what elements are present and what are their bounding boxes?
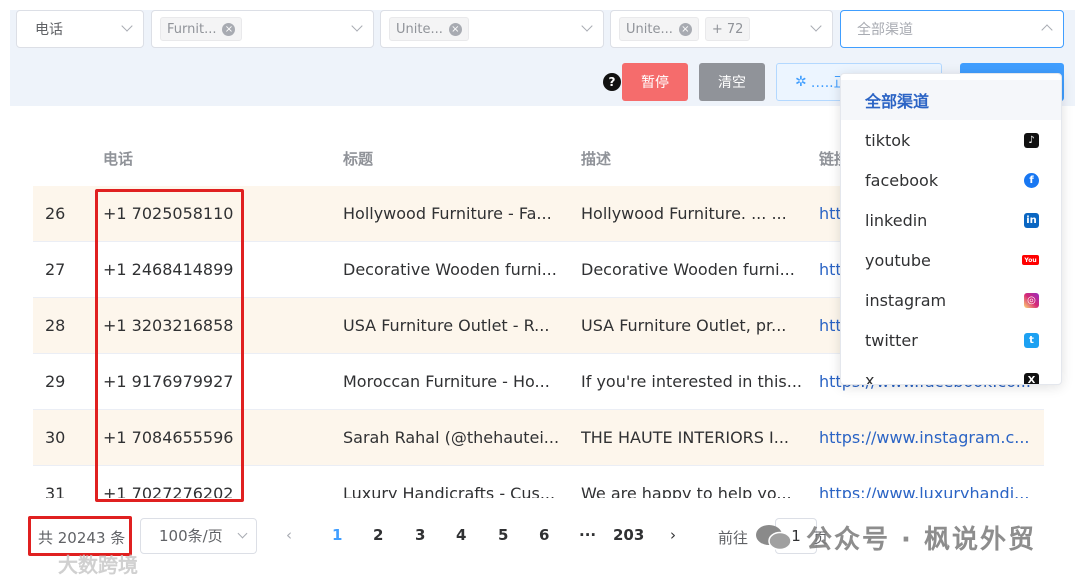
row-link[interactable]: https://www.luxuryhandi... [819, 484, 1044, 498]
page-last[interactable]: 203 [613, 526, 644, 544]
channel-option-label: youtube [865, 250, 931, 270]
row-title: Luxury Handicrafts - Cus... [343, 484, 556, 498]
chevron-up-icon [1041, 24, 1053, 36]
clear-button[interactable]: 清空 [699, 63, 765, 101]
industry-select[interactable]: Furnit... × [151, 10, 374, 48]
tag-close-icon[interactable]: × [448, 22, 462, 36]
header-phone: 电话 [103, 149, 134, 168]
industry-tag: Furnit... × [160, 17, 243, 41]
channel-option-全部渠道[interactable]: 全部渠道 [841, 80, 1061, 120]
row-index: 29 [45, 372, 66, 391]
channel-option-label: twitter [865, 330, 918, 350]
page-size-value: 100条/页 [159, 527, 223, 545]
tag-close-icon[interactable]: × [678, 22, 692, 36]
prev-page-icon[interactable]: ‹ [286, 526, 292, 544]
watermark-right: 公众号 · 枫说外贸 [806, 525, 1036, 555]
channel-option-instagram[interactable]: instagram ◎ [841, 280, 1061, 320]
chevron-down-icon [121, 20, 133, 32]
youtube-icon: You [1022, 255, 1039, 265]
row-desc: If you're interested in this... [581, 372, 802, 391]
field-select[interactable]: 电话 [16, 10, 144, 48]
chevron-down-icon [810, 20, 822, 32]
row-title: Hollywood Furniture - Fa... [343, 204, 552, 223]
instagram-icon: ◎ [1024, 292, 1039, 308]
channel-option-label: linkedin [865, 210, 928, 230]
channel-option-label: x [865, 370, 875, 385]
header-desc: 描述 [581, 149, 612, 168]
next-page-icon[interactable]: › [670, 526, 676, 544]
channel-select-placeholder: 全部渠道 [857, 22, 913, 38]
row-desc: USA Furniture Outlet, pr... [581, 316, 787, 335]
row-index: 30 [45, 428, 66, 447]
chevron-down-icon [237, 528, 248, 539]
channel-select[interactable]: 全部渠道 [840, 10, 1064, 48]
industry-tag-label: Furnit... [167, 21, 217, 37]
page-5[interactable]: 5 [498, 526, 508, 544]
x-icon: X [1024, 372, 1039, 384]
row-index: 31 [45, 484, 66, 498]
row-index: 26 [45, 204, 66, 223]
row-link[interactable]: https://www.instagram.c... [819, 428, 1044, 447]
channel-option-youtube[interactable]: youtube You [841, 240, 1061, 280]
wechat-logo [756, 525, 792, 551]
page-6[interactable]: 6 [539, 526, 549, 544]
chevron-down-icon [581, 20, 593, 32]
row-desc: Hollywood Furniture. ... ... [581, 204, 787, 223]
row-index: 28 [45, 316, 66, 335]
channel-option-facebook[interactable]: facebook f [841, 160, 1061, 200]
linkedin-icon: in [1024, 212, 1039, 228]
tag-close-icon[interactable]: × [222, 22, 236, 36]
channel-option-label: facebook [865, 170, 939, 190]
row-index: 27 [45, 260, 66, 279]
page-2[interactable]: 2 [373, 526, 383, 544]
row-desc: We are happy to help yo... [581, 484, 792, 498]
facebook-icon: f [1024, 172, 1039, 188]
country-tag-label: Unite... [396, 21, 443, 37]
row-desc: Decorative Wooden furni... [581, 260, 795, 279]
tiktok-icon: ♪ [1024, 132, 1039, 148]
channel-option-label: 全部渠道 [865, 92, 930, 111]
page-1[interactable]: 1 [332, 526, 342, 544]
row-title: Sarah Rahal (@thehautei... [343, 428, 560, 447]
twitter-icon: t [1024, 332, 1039, 348]
header-title: 标题 [343, 149, 374, 168]
pause-button[interactable]: 暂停 [622, 63, 688, 101]
region-tag-label: Unite... [626, 21, 673, 37]
page-3[interactable]: 3 [415, 526, 425, 544]
spinner-icon: ✲ [795, 74, 807, 90]
row-title: Moroccan Furniture - Ho... [343, 372, 550, 391]
page-ellipsis[interactable]: ··· [579, 526, 596, 544]
page-4[interactable]: 4 [456, 526, 466, 544]
channel-dropdown: 全部渠道 tiktok ♪ facebook f linkedin in youtube You… [840, 73, 1062, 385]
channel-option-linkedin[interactable]: linkedin in [841, 200, 1061, 240]
region-more-tag: + 72 [704, 17, 751, 41]
region-select[interactable]: Unite... × + 72 [610, 10, 833, 48]
page-size-select[interactable]: 100条/页 [140, 518, 257, 554]
field-select-value: 电话 [35, 22, 63, 38]
row-desc: THE HAUTE INTERIORS I... [581, 428, 789, 447]
region-tag: Unite... × [619, 17, 699, 41]
channel-option-label: instagram [865, 290, 947, 310]
help-icon[interactable]: ? [603, 73, 621, 91]
channel-option-x[interactable]: xX [841, 360, 1061, 385]
channel-option-label: tiktok [865, 130, 911, 150]
channel-option-tiktok[interactable]: tiktok ♪ [841, 120, 1061, 160]
row-title: USA Furniture Outlet - R... [343, 316, 550, 335]
channel-option-twitter[interactable]: twitter t [841, 320, 1061, 360]
country-select[interactable]: Unite... × [380, 10, 604, 48]
watermark-left: 大数跨境 [58, 553, 138, 577]
goto-label: 前往 [718, 529, 749, 547]
phone-highlight-box [95, 189, 244, 502]
row-title: Decorative Wooden furni... [343, 260, 557, 279]
chevron-down-icon [351, 20, 363, 32]
country-tag: Unite... × [389, 17, 469, 41]
